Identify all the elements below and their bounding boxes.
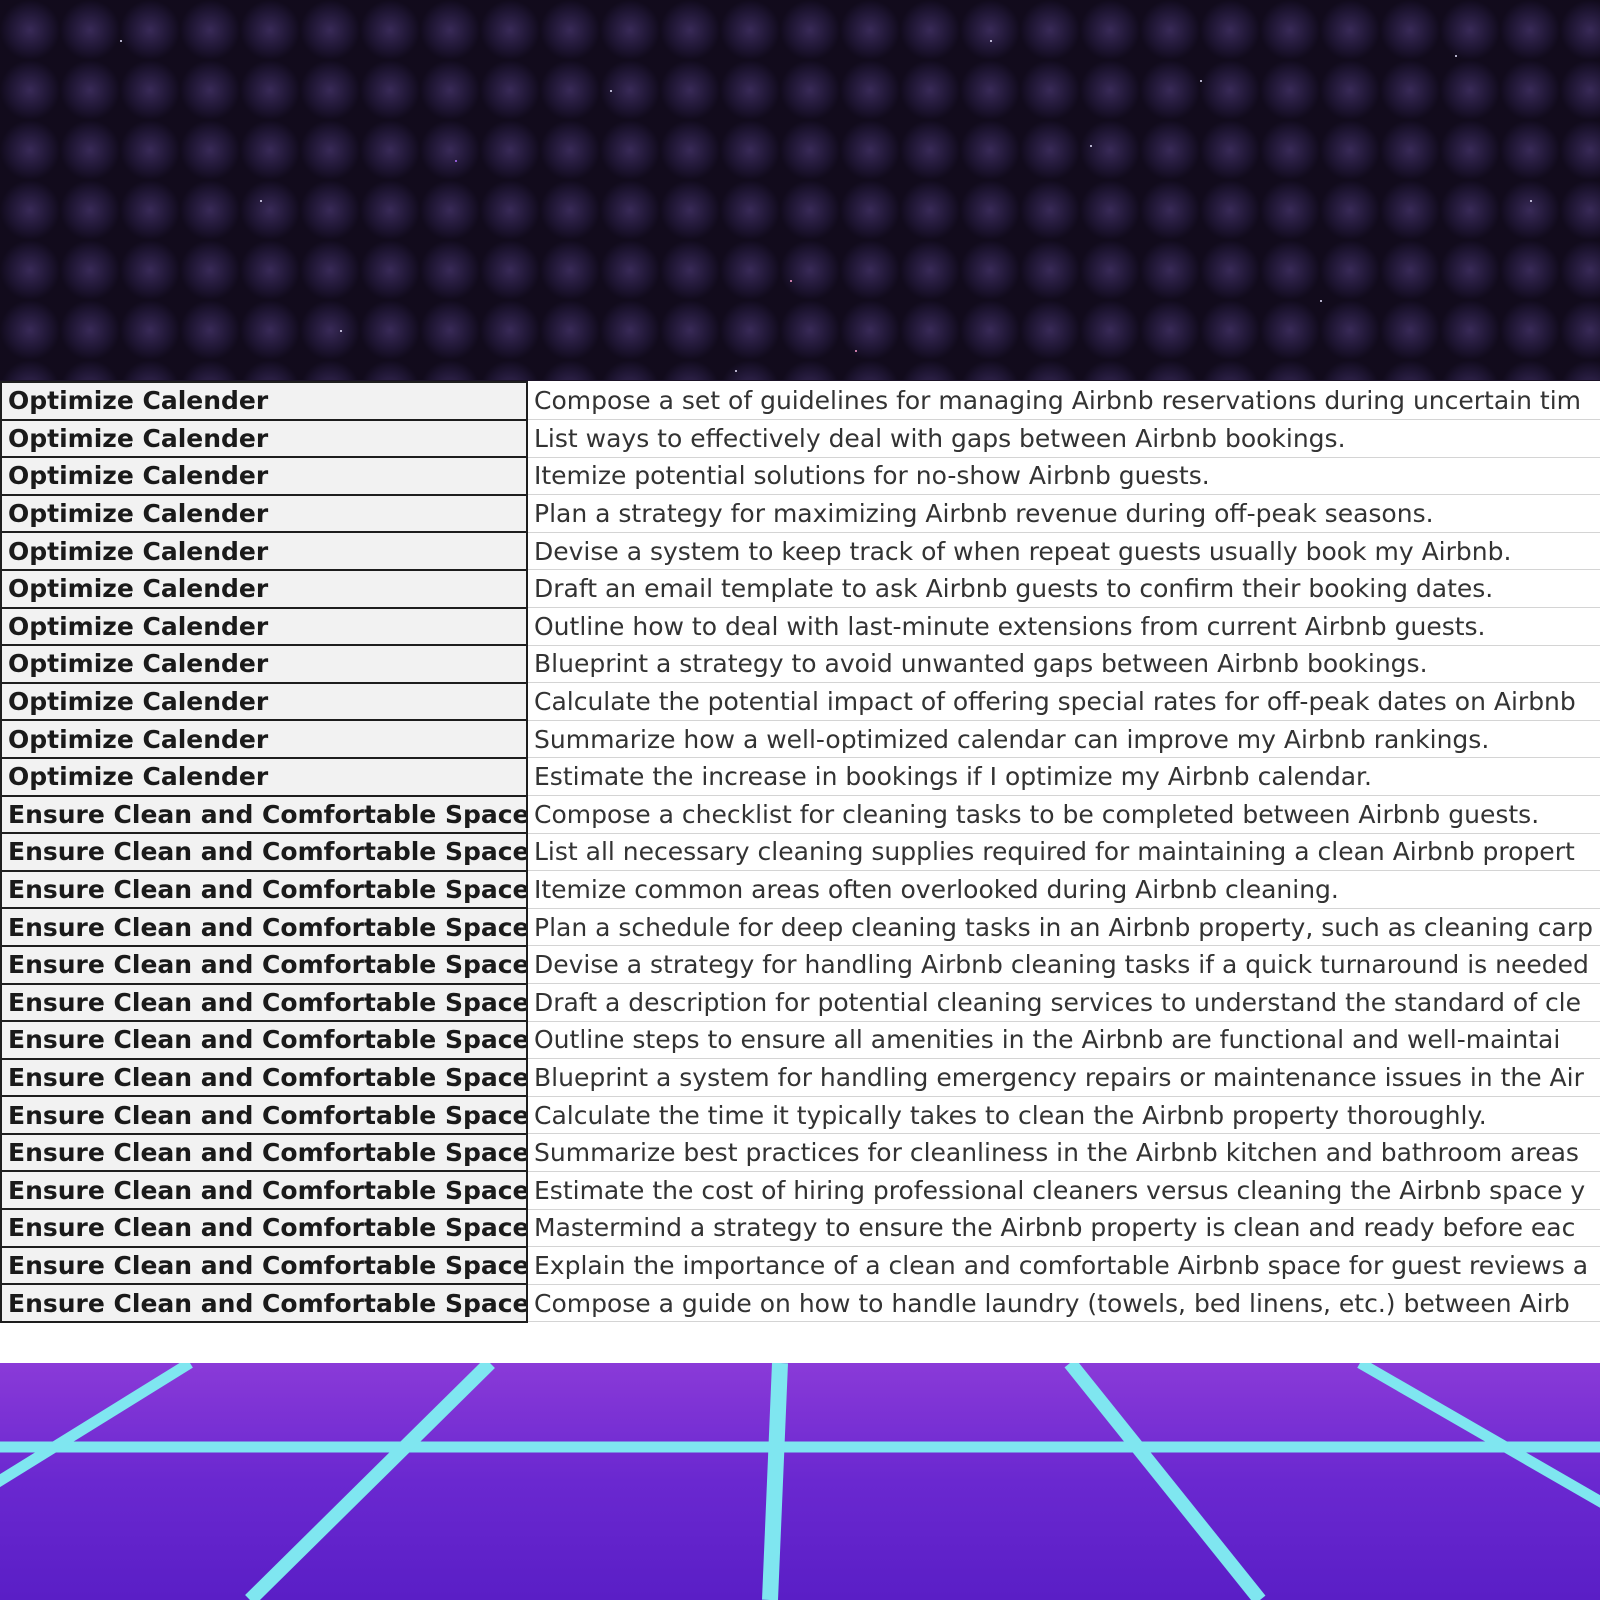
prompt-cell[interactable]: Plan a schedule for deep cleaning tasks …: [526, 908, 1600, 947]
prompt-cell[interactable]: List ways to effectively deal with gaps …: [526, 419, 1600, 458]
category-cell[interactable]: Ensure Clean and Comfortable Space: [0, 869, 528, 910]
prompt-cell[interactable]: Compose a guide on how to handle laundry…: [526, 1284, 1600, 1323]
table-row: Optimize Calender Draft an email template…: [0, 568, 1600, 609]
table-row: Optimize Calender Plan a strategy for max…: [0, 493, 1600, 534]
table-row: Optimize Calender Outline how to deal wit…: [0, 606, 1600, 647]
category-cell[interactable]: Ensure Clean and Comfortable Space: [0, 832, 528, 872]
category-cell[interactable]: Ensure Clean and Comfortable Space: [0, 1020, 528, 1060]
table-row: Ensure Clean and Comfortable Space Devise…: [0, 944, 1600, 985]
grid-perspective-line: [762, 1363, 788, 1600]
spreadsheet: Optimize Calender Compose a set of guidel…: [0, 381, 1600, 1363]
category-cell[interactable]: Ensure Clean and Comfortable Space: [0, 794, 528, 835]
prompt-cell[interactable]: List all necessary cleaning supplies req…: [526, 833, 1600, 872]
category-cell[interactable]: Ensure Clean and Comfortable Space: [0, 1170, 528, 1211]
prompt-cell[interactable]: Blueprint a system for handling emergenc…: [526, 1058, 1600, 1097]
table-row: Ensure Clean and Comfortable Space Master…: [0, 1208, 1600, 1248]
prompt-cell[interactable]: Estimate the cost of hiring professional…: [526, 1171, 1600, 1210]
category-cell[interactable]: Optimize Calender: [0, 719, 528, 759]
table-row: Optimize Calender Calculate the potential…: [0, 681, 1600, 722]
category-cell[interactable]: Optimize Calender: [0, 681, 528, 722]
table-row: Optimize Calender Summarize how a well-op…: [0, 719, 1600, 759]
category-cell[interactable]: Optimize Calender: [0, 456, 528, 496]
category-cell[interactable]: Ensure Clean and Comfortable Space: [0, 1132, 528, 1173]
category-cell[interactable]: Optimize Calender: [0, 756, 528, 797]
prompt-cell[interactable]: Devise a system to keep track of when re…: [526, 532, 1600, 571]
category-cell[interactable]: Ensure Clean and Comfortable Space: [0, 1095, 528, 1135]
table-row: Optimize Calender Itemize potential solut…: [0, 456, 1600, 496]
prompt-cell[interactable]: Outline how to deal with last-minute ext…: [526, 607, 1600, 646]
prompt-cell[interactable]: Compose a set of guidelines for managing…: [526, 382, 1600, 421]
grid-perspective-line: [0, 1363, 193, 1488]
grid-perspective-line: [245, 1363, 495, 1600]
table-row: Ensure Clean and Comfortable Space Compos…: [0, 1283, 1600, 1323]
prompt-cell[interactable]: Estimate the increase in bookings if I o…: [526, 757, 1600, 797]
table-row: Ensure Clean and Comfortable Space Summar…: [0, 1132, 1600, 1173]
table-row: Ensure Clean and Comfortable Space Calcul…: [0, 1095, 1600, 1135]
table-row: Optimize Calender Compose a set of guidel…: [0, 381, 1600, 421]
table-row: Ensure Clean and Comfortable Space List a…: [0, 832, 1600, 872]
category-cell[interactable]: Optimize Calender: [0, 381, 528, 421]
table-row: Ensure Clean and Comfortable Space Explai…: [0, 1245, 1600, 1286]
prompt-cell[interactable]: Devise a strategy for handling Airbnb cl…: [526, 945, 1600, 984]
prompt-cell[interactable]: Draft an email template to ask Airbnb gu…: [526, 569, 1600, 609]
prompt-cell[interactable]: Summarize best practices for cleanliness…: [526, 1133, 1600, 1172]
prompt-cell[interactable]: Itemize potential solutions for no-show …: [526, 457, 1600, 496]
grid-perspective-line: [1064, 1363, 1266, 1600]
grid-lines: [0, 1363, 1600, 1600]
category-cell[interactable]: Ensure Clean and Comfortable Space: [0, 1283, 528, 1323]
prompt-table: Optimize Calender Compose a set of guidel…: [0, 381, 1600, 1323]
category-cell[interactable]: Optimize Calender: [0, 418, 528, 459]
prompt-cell[interactable]: Mastermind a strategy to ensure the Airb…: [526, 1209, 1600, 1248]
category-cell[interactable]: Ensure Clean and Comfortable Space: [0, 944, 528, 985]
synthwave-grid-floor: [0, 1363, 1600, 1600]
prompt-cell[interactable]: Summarize how a well-optimized calendar …: [526, 720, 1600, 759]
prompt-cell[interactable]: Calculate the potential impact of offeri…: [526, 682, 1600, 721]
prompt-cell[interactable]: Compose a checklist for cleaning tasks t…: [526, 795, 1600, 834]
table-row: Ensure Clean and Comfortable Space Plan a…: [0, 907, 1600, 947]
table-row: Optimize Calender Devise a system to keep…: [0, 531, 1600, 571]
prompt-cell[interactable]: Plan a strategy for maximizing Airbnb re…: [526, 494, 1600, 533]
category-cell[interactable]: Ensure Clean and Comfortable Space: [0, 1208, 528, 1248]
prompt-cell[interactable]: Itemize common areas often overlooked du…: [526, 870, 1600, 909]
category-cell[interactable]: Optimize Calender: [0, 531, 528, 571]
category-cell[interactable]: Optimize Calender: [0, 606, 528, 647]
category-cell[interactable]: Optimize Calender: [0, 644, 528, 684]
prompt-cell[interactable]: Calculate the time it typically takes to…: [526, 1096, 1600, 1135]
starfield-background: [0, 0, 1600, 380]
table-row: Optimize Calender List ways to effectivel…: [0, 418, 1600, 459]
prompt-cell[interactable]: Draft a description for potential cleani…: [526, 983, 1600, 1022]
table-row: Ensure Clean and Comfortable Space Estima…: [0, 1170, 1600, 1211]
category-cell[interactable]: Ensure Clean and Comfortable Space: [0, 1245, 528, 1286]
category-cell[interactable]: Ensure Clean and Comfortable Space: [0, 907, 528, 947]
category-cell[interactable]: Ensure Clean and Comfortable Space: [0, 982, 528, 1023]
category-cell[interactable]: Ensure Clean and Comfortable Space: [0, 1057, 528, 1098]
prompt-cell[interactable]: Explain the importance of a clean and co…: [526, 1246, 1600, 1285]
category-cell[interactable]: Optimize Calender: [0, 568, 528, 609]
table-row: Ensure Clean and Comfortable Space Compos…: [0, 794, 1600, 835]
table-row: Optimize Calender Estimate the increase i…: [0, 756, 1600, 797]
grid-perspective-line: [1357, 1363, 1600, 1508]
prompt-cell[interactable]: Blueprint a strategy to avoid unwanted g…: [526, 645, 1600, 684]
table-row: Ensure Clean and Comfortable Space Draft …: [0, 982, 1600, 1023]
category-cell[interactable]: Optimize Calender: [0, 493, 528, 534]
table-row: Optimize Calender Blueprint a strategy to…: [0, 644, 1600, 684]
table-row: Ensure Clean and Comfortable Space Bluepr…: [0, 1057, 1600, 1098]
table-row: Ensure Clean and Comfortable Space Itemiz…: [0, 869, 1600, 910]
prompt-cell[interactable]: Outline steps to ensure all amenities in…: [526, 1021, 1600, 1060]
table-row: Ensure Clean and Comfortable Space Outlin…: [0, 1020, 1600, 1060]
